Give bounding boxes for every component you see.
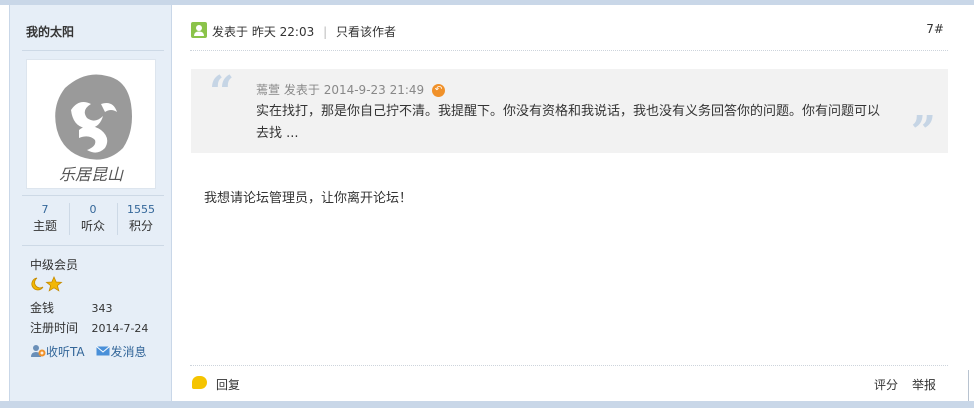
- post-meta: 发表于 昨天 22:03 | 只看该作者: [212, 23, 396, 40]
- quote-meta: 蔫萱 发表于 2014-9-23 21:49 ↶: [256, 81, 446, 98]
- reply-button[interactable]: 回复: [216, 376, 240, 393]
- money-label: 金钱: [30, 301, 55, 315]
- follow-button[interactable]: 收听TA: [30, 345, 88, 359]
- stat-value[interactable]: 0: [70, 203, 116, 217]
- post-footer: 回复 评分 举报: [190, 373, 948, 395]
- avatar-logo-lettering: 乐居昆山: [59, 165, 124, 184]
- reg-label: 注册时间: [30, 321, 79, 335]
- jump-to-quote-icon[interactable]: ↶: [432, 84, 446, 97]
- meta-separator: |: [323, 25, 328, 39]
- post-header: 发表于 昨天 22:03 | 只看该作者 7#: [190, 20, 948, 42]
- close-quote-icon: ”: [910, 107, 936, 158]
- open-quote-icon: “: [209, 67, 235, 118]
- reg-row: 注册时间 2014-7-24: [30, 319, 148, 336]
- stat-points[interactable]: 1555 积分: [118, 203, 164, 235]
- moon-icon: [31, 277, 44, 291]
- scroll-edge: [968, 370, 974, 401]
- footer-divider: [190, 365, 948, 366]
- quote-text: 实在找打，那是你自己拧不清。我提醒下。你没有资格和我说话，我也没有义务回答你的问…: [256, 104, 881, 141]
- author-stats: 7 主题 0 听众 1555 积分: [22, 203, 164, 239]
- sidebar-divider: [22, 195, 164, 196]
- stat-label[interactable]: 主题: [22, 217, 68, 235]
- quote-time: 2014-9-23 21:49: [323, 83, 425, 97]
- posted-label: 发表于: [212, 25, 249, 39]
- user-group[interactable]: 中级会员: [30, 256, 78, 273]
- report-button[interactable]: 举报: [912, 376, 936, 393]
- user-rank-icons: [30, 276, 66, 295]
- only-author-link[interactable]: 只看该作者: [336, 25, 396, 39]
- send-message-button[interactable]: 发消息: [96, 345, 146, 359]
- author-actions: 收听TA 发消息: [30, 343, 154, 360]
- quote-author: 蔫萱: [256, 83, 281, 97]
- avatar-logo-image: 乐居昆山: [55, 74, 133, 184]
- stat-label[interactable]: 听众: [70, 217, 116, 235]
- avatar[interactable]: 乐居昆山: [26, 59, 156, 189]
- envelope-icon: [96, 346, 111, 356]
- stat-followers[interactable]: 0 听众: [70, 203, 116, 235]
- follow-icon: [31, 345, 46, 357]
- stat-value[interactable]: 1555: [118, 203, 164, 217]
- sidebar-divider: [22, 245, 164, 246]
- rate-button[interactable]: 评分: [874, 376, 898, 393]
- online-user-icon: [191, 22, 207, 38]
- money-value: 343: [91, 302, 113, 315]
- follow-label[interactable]: 收听TA: [46, 345, 85, 359]
- quote-block: “ 蔫萱 发表于 2014-9-23 21:49 ↶ 实在找打，那是你自己拧不清…: [191, 67, 948, 158]
- stat-label[interactable]: 积分: [118, 217, 164, 235]
- posted-time: 昨天 22:03: [251, 25, 315, 39]
- author-username[interactable]: 我的太阳: [26, 23, 74, 40]
- reply-icon[interactable]: [192, 376, 207, 389]
- sidebar-divider: [22, 50, 164, 51]
- star-icon: [45, 276, 63, 292]
- quote-posted-label: 发表于: [283, 83, 320, 97]
- reg-value: 2014-7-24: [91, 322, 149, 335]
- bottom-border: [0, 401, 974, 408]
- stat-threads[interactable]: 7 主题: [22, 203, 68, 235]
- header-divider: [190, 50, 948, 51]
- post-message: 我想请论坛管理员，让你离开论坛！: [204, 191, 413, 206]
- stat-value[interactable]: 7: [22, 203, 68, 217]
- money-row: 金钱 343: [30, 299, 113, 316]
- author-sidebar: 我的太阳 乐居昆山 7 主题 0 听众 1555 积分 中级会员 金钱 343 …: [9, 5, 172, 401]
- send-message-label[interactable]: 发消息: [110, 345, 146, 359]
- floor-number[interactable]: 7#: [926, 22, 944, 36]
